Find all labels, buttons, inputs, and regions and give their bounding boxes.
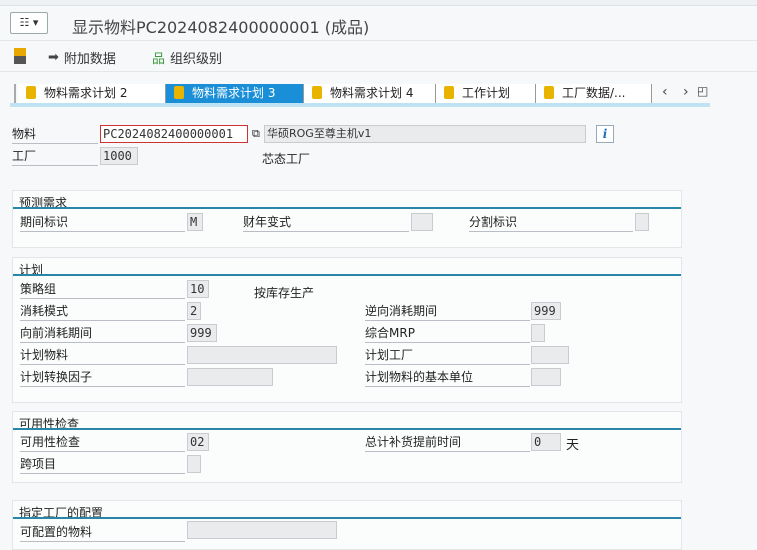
forward-period-label: 向前消耗期间 xyxy=(20,324,185,343)
strategy-group-label: 策略组 xyxy=(20,280,185,299)
divider xyxy=(13,517,681,519)
backward-period-label: 逆向消耗期间 xyxy=(365,302,530,321)
conversion-factor-label: 计划转换因子 xyxy=(20,368,185,387)
backward-period-field[interactable]: 999 xyxy=(531,302,561,320)
splitting-indicator-label: 分割标识 xyxy=(469,213,633,232)
tab-prev-icon[interactable]: ‹ xyxy=(662,84,668,100)
window-title: 显示物料PC2024082400000001 (成品) xyxy=(72,18,370,37)
plant-description: 芯态工厂 xyxy=(262,152,311,166)
forward-period-field[interactable]: 999 xyxy=(187,324,217,342)
mixed-mrp-label: 综合MRP xyxy=(365,324,530,343)
base-unit-field[interactable] xyxy=(531,368,561,386)
mixed-mrp-field[interactable] xyxy=(531,324,545,342)
tab-status-icon xyxy=(544,86,554,99)
tab-strip: 物料需求计划 2 物料需求计划 3 物料需求计划 4 工作计划 工厂数据/... xyxy=(14,84,654,103)
total-replenishment-label: 总计补货提前时间 xyxy=(365,433,530,452)
tab-status-icon xyxy=(26,86,36,99)
divider xyxy=(13,274,681,276)
divider xyxy=(13,428,681,430)
org-hierarchy-icon: 品 xyxy=(152,52,166,67)
configurable-material-label: 可配置的物料 xyxy=(20,523,185,542)
fiscal-year-variant-field[interactable] xyxy=(411,213,433,231)
other-material-button[interactable] xyxy=(14,48,26,64)
tab-status-icon xyxy=(312,86,322,99)
tab-plant-data[interactable]: 工厂数据/... xyxy=(536,84,652,103)
tab-next-icon[interactable]: › xyxy=(683,84,689,100)
period-indicator-field[interactable]: M xyxy=(187,213,203,231)
tab-mrp2[interactable]: 物料需求计划 2 xyxy=(18,84,166,103)
planning-plant-label: 计划工厂 xyxy=(365,346,530,365)
consumption-mode-label: 消耗模式 xyxy=(20,302,185,321)
period-indicator-label: 期间标识 xyxy=(20,213,185,232)
planning-plant-field[interactable] xyxy=(531,346,569,364)
switch-icon xyxy=(14,48,26,64)
strategy-group-desc: 按库存生产 xyxy=(254,286,315,300)
tab-status-icon xyxy=(174,86,184,99)
plant-label: 工厂 xyxy=(12,147,98,166)
material-description: 华硕ROG至尊主机v1 xyxy=(264,125,586,143)
additional-data-button[interactable]: ➡ 附加数据 xyxy=(48,48,116,67)
availability-check-field[interactable]: 02 xyxy=(187,433,209,451)
cross-project-field[interactable] xyxy=(187,455,201,473)
total-replenishment-unit: 天 xyxy=(566,438,580,453)
tab-list-icon[interactable]: ◰ xyxy=(697,84,708,98)
org-levels-button[interactable]: 品组织级别 xyxy=(152,48,222,67)
tab-status-icon xyxy=(444,86,454,99)
consumption-mode-field[interactable]: 2 xyxy=(187,302,201,320)
info-icon[interactable]: i xyxy=(596,125,614,143)
plant-field[interactable]: 1000 xyxy=(100,147,138,165)
base-unit-label: 计划物料的基本单位 xyxy=(365,368,530,387)
total-replenishment-field[interactable]: 0 xyxy=(531,433,561,451)
material-field[interactable]: PC2024082400000001 xyxy=(100,125,248,143)
fiscal-year-variant-label: 财年变式 xyxy=(243,213,409,232)
divider xyxy=(13,207,681,209)
arrow-right-icon: ➡ xyxy=(48,50,59,65)
tab-work-scheduling[interactable]: 工作计划 xyxy=(436,84,536,103)
configurable-material-field[interactable] xyxy=(187,521,337,539)
planning-material-field[interactable] xyxy=(187,346,337,364)
conversion-factor-field[interactable] xyxy=(187,368,273,386)
strategy-group-field[interactable]: 10 xyxy=(187,280,209,298)
planning-material-label: 计划物料 xyxy=(20,346,185,365)
tab-mrp3[interactable]: 物料需求计划 3 xyxy=(166,84,304,103)
copy-icon[interactable]: ⧉ xyxy=(252,127,260,141)
menu-button[interactable]: ☷ ▾ xyxy=(10,12,48,34)
tab-underline xyxy=(10,103,710,107)
material-label: 物料 xyxy=(12,125,98,144)
splitting-indicator-field[interactable] xyxy=(635,213,649,231)
availability-check-label: 可用性检查 xyxy=(20,433,185,452)
tab-mrp4[interactable]: 物料需求计划 4 xyxy=(304,84,436,103)
cross-project-label: 跨项目 xyxy=(20,455,185,474)
